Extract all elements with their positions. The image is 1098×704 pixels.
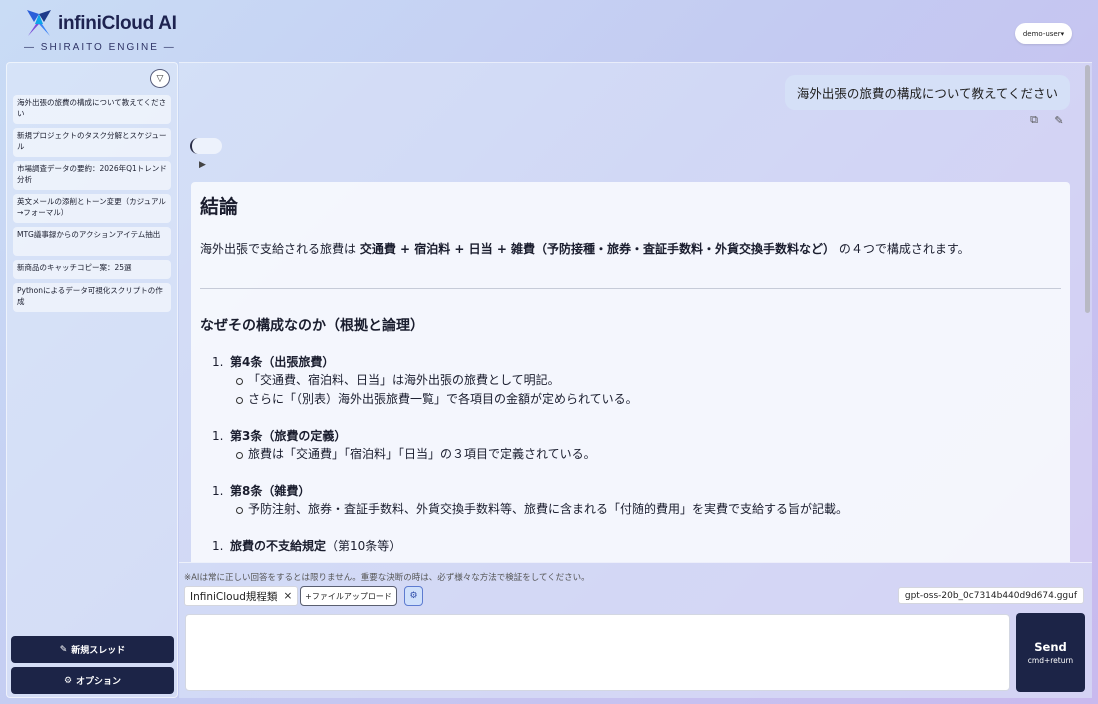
thread-list: 海外出張の旅費の構成について教えてください 新規プロジェクトのタスク分解とスケジ… bbox=[13, 95, 171, 316]
brand-logo[interactable]: infiniCloud AI bbox=[24, 10, 177, 38]
file-upload-button[interactable]: +ファイルアップロード bbox=[300, 586, 397, 606]
engine-label: — SHIRAITO ENGINE — bbox=[24, 42, 176, 53]
thread-item[interactable]: MTG議事録からのアクションアイテム抽出 bbox=[13, 227, 171, 256]
disclaimer: ※AIは常に正しい回答をするとは限りません。重要な決断の時は、必ず様々な方法で検… bbox=[184, 573, 590, 583]
new-thread-label: 新規スレッド bbox=[71, 646, 126, 656]
list-item-heading: 1. 旅費の不支給規定（第10条等） bbox=[212, 537, 1061, 555]
answer-heading-conclusion: 結論 bbox=[200, 196, 239, 218]
knowledge-base-label: InfiniCloud規程類 bbox=[190, 590, 278, 603]
list-item-heading: 1. 第8条（雑費） bbox=[212, 482, 1061, 500]
thread-item[interactable]: 市場調査データの要約：2026年Q1トレンド分析 bbox=[13, 161, 171, 190]
list-bullet: さらに「（別表）海外出張旅費一覧」で各項目の金額が定められている。 bbox=[212, 390, 1061, 409]
thread-item[interactable]: 新規プロジェクトのタスク分解とスケジュール bbox=[13, 128, 171, 157]
brand-name: infiniCloud AI bbox=[58, 13, 177, 34]
send-button[interactable]: Send cmd+return bbox=[1016, 613, 1085, 692]
sidebar: ▽ 海外出張の旅費の構成について教えてください 新規プロジェクトのタスク分解とス… bbox=[6, 62, 178, 698]
options-label: オプション bbox=[76, 677, 122, 687]
collapse-sidebar-button[interactable]: ▽ bbox=[150, 69, 170, 88]
chat-scrollbar[interactable] bbox=[1085, 65, 1090, 313]
conclusion-suffix: の４つで構成されます。 bbox=[835, 242, 970, 256]
gear-icon: ⚙ bbox=[63, 675, 73, 686]
chat-panel: 海外出張の旅費の構成について教えてください ⧉ ✎ ▶ 結論 海外出張で支給され… bbox=[179, 62, 1092, 562]
list-number: 1. bbox=[212, 429, 224, 443]
list-number: 1. bbox=[212, 539, 224, 553]
expand-reasoning-icon[interactable]: ▶ bbox=[199, 160, 206, 170]
model-name[interactable]: gpt-oss-20b_0c7314b440d9d674.gguf bbox=[897, 587, 1084, 604]
thread-item[interactable]: 英文メールの添削とトーン変更（カジュアル→フォーマル） bbox=[13, 194, 171, 223]
edit-message-icon[interactable]: ✎ bbox=[1052, 113, 1066, 127]
user-message: 海外出張の旅費の構成について教えてください bbox=[784, 75, 1070, 110]
list-bullet: 予防注射、旅券・査証手数料、外貨交換手数料等、旅費に含まれる「付随的費用」を実費… bbox=[212, 500, 1061, 519]
composer: ※AIは常に正しい回答をするとは限りません。重要な決断の時は、必ず様々な方法で検… bbox=[179, 562, 1092, 698]
conclusion-prefix: 海外出張で支給される旅費は bbox=[200, 242, 360, 256]
copy-icon[interactable]: ⧉ bbox=[1027, 113, 1041, 127]
list-title: 旅費の不支給規定 bbox=[230, 539, 327, 553]
edit-icon: ✎ bbox=[59, 644, 68, 655]
list-item-heading: 1. 第4条（出張旅費） bbox=[212, 353, 1061, 371]
list-bullet: 「交通費、宿泊料、日当」は海外出張の旅費として明記。 bbox=[212, 371, 1061, 390]
assistant-answer: 結論 海外出張で支給される旅費は 交通費 + 宿泊料 + 日当 + 雑費（予防接… bbox=[191, 182, 1070, 562]
brand-logo-icon bbox=[24, 10, 54, 38]
list-title: 第8条（雑費） bbox=[230, 484, 311, 498]
list-item-heading: 1. 第3条（旅費の定義） bbox=[212, 427, 1061, 445]
list-title: 第4条（出張旅費） bbox=[230, 355, 335, 369]
message-tools: ⧉ ✎ bbox=[1027, 113, 1066, 127]
user-menu-button[interactable]: demo-user▾ bbox=[1015, 23, 1072, 44]
new-thread-button[interactable]: ✎ 新規スレッド bbox=[11, 636, 174, 663]
app-header: infiniCloud AI — SHIRAITO ENGINE — demo-… bbox=[0, 0, 1098, 62]
answer-heading-reason: なぜその構成なのか（根拠と論理） bbox=[200, 318, 424, 334]
thread-item[interactable]: Pythonによるデータ可視化スクリプトの作成 bbox=[13, 283, 171, 312]
message-input[interactable] bbox=[185, 614, 1010, 691]
reason-list: 1. 第4条（出張旅費） 「交通費、宿泊料、日当」は海外出張の旅費として明記。 さ… bbox=[212, 353, 1061, 555]
thread-item[interactable]: 新商品のキャッチコピー案：25選 bbox=[13, 260, 171, 279]
close-icon[interactable]: × bbox=[283, 590, 292, 602]
list-title-suffix: （第10条等） bbox=[326, 539, 402, 553]
send-shortcut: cmd+return bbox=[1027, 656, 1074, 665]
list-number: 1. bbox=[212, 484, 224, 498]
divider bbox=[200, 288, 1061, 289]
send-label: Send bbox=[1034, 640, 1067, 654]
conclusion-bold: 交通費 + 宿泊料 + 日当 + 雑費（予防接種・旅券・査証手数料・外貨交換手数… bbox=[359, 242, 836, 256]
list-number: 1. bbox=[212, 355, 224, 369]
thinking-indicator bbox=[190, 138, 222, 154]
list-title: 第3条（旅費の定義） bbox=[230, 429, 347, 443]
answer-conclusion: 海外出張で支給される旅費は 交通費 + 宿泊料 + 日当 + 雑費（予防接種・旅… bbox=[200, 240, 1061, 258]
settings-icon[interactable]: ⚙ bbox=[404, 586, 423, 606]
thread-item[interactable]: 海外出張の旅費の構成について教えてください bbox=[13, 95, 171, 124]
knowledge-base-chip[interactable]: InfiniCloud規程類 × bbox=[184, 586, 299, 606]
list-bullet: 旅費は「交通費」「宿泊料」「日当」の３項目で定義されている。 bbox=[212, 445, 1061, 464]
options-button[interactable]: ⚙ オプション bbox=[11, 667, 174, 694]
